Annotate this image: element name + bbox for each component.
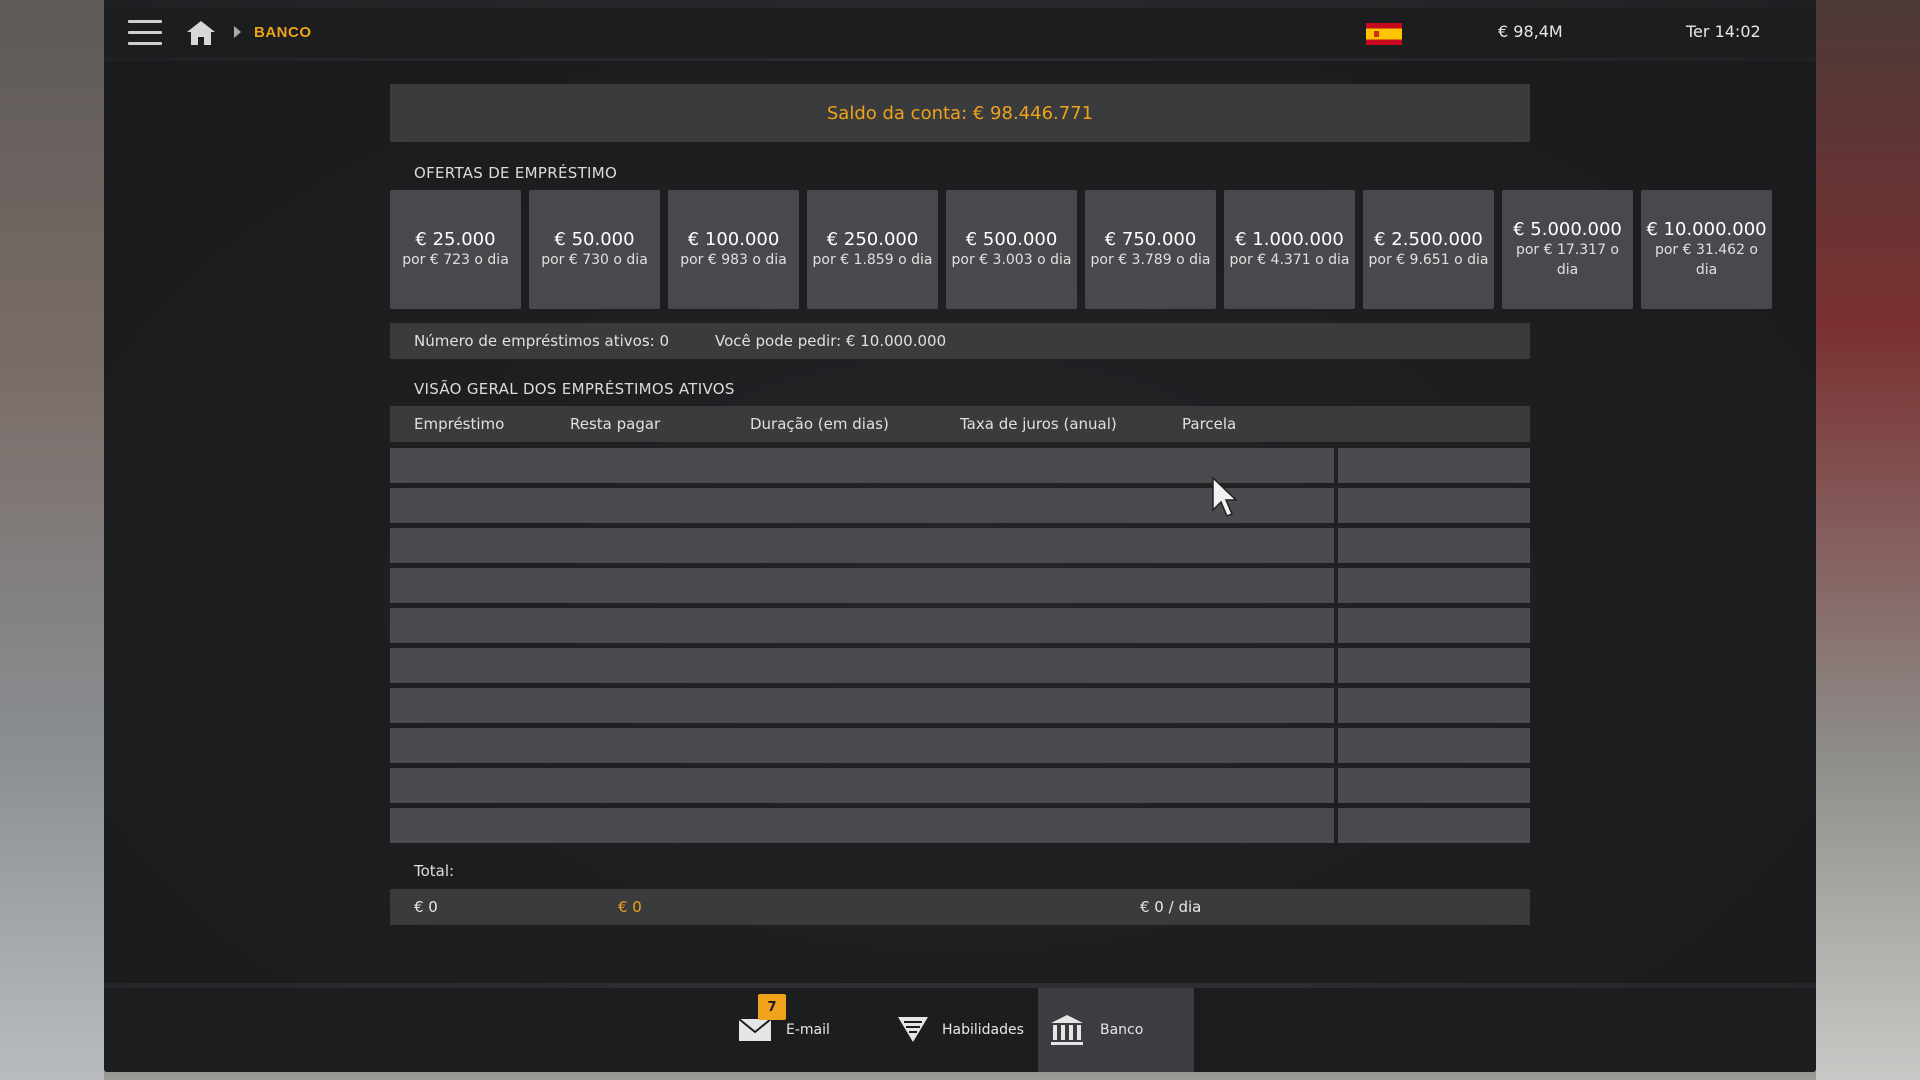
loan-offer-amount: € 25.000 [415, 228, 496, 250]
loan-offer-card[interactable]: € 50.000 por € 730 o dia [529, 190, 660, 309]
loan-offer-card[interactable]: € 750.000 por € 3.789 o dia [1085, 190, 1216, 309]
bank-building-icon [1050, 1014, 1084, 1050]
column-header-installment: Parcela [1182, 415, 1237, 433]
loan-offer-rate: por € 983 o dia [680, 251, 787, 268]
table-row [390, 688, 1530, 723]
loan-offer-amount: € 500.000 [965, 228, 1058, 250]
game-clock: Ter 14:02 [1686, 22, 1761, 41]
loans-table-header: Empréstimo Resta pagar Duração (em dias)… [390, 406, 1530, 442]
column-header-interest: Taxa de juros (anual) [960, 415, 1117, 433]
loan-offer-rate: por € 723 o dia [402, 251, 509, 268]
column-header-duration: Duração (em dias) [750, 415, 889, 433]
mouse-cursor-icon [1211, 476, 1238, 520]
column-header-remaining: Resta pagar [570, 415, 661, 433]
loan-offer-amount: € 50.000 [554, 228, 635, 250]
money-display: € 98,4M [1498, 22, 1563, 41]
total-label: Total: [414, 862, 455, 880]
loan-offer-rate: por € 31.462 o dia [1654, 241, 1759, 278]
loan-offer-card[interactable]: € 1.000.000 por € 4.371 o dia [1224, 190, 1355, 309]
loan-info-bar: Número de empréstimos ativos: 0 Você pod… [390, 323, 1530, 359]
table-row [390, 808, 1530, 843]
table-row [390, 568, 1530, 603]
loan-offer-rate: por € 17.317 o dia [1515, 241, 1620, 278]
skills-emblem-icon [896, 1014, 930, 1048]
loan-offer-amount: € 2.500.000 [1374, 228, 1483, 250]
account-balance-bar: Saldo da conta: € 98.446.771 [390, 84, 1530, 142]
breadcrumb[interactable]: BANCO [254, 24, 312, 41]
loan-offers-title: OFERTAS DE EMPRÉSTIMO [414, 164, 618, 182]
dock-skills[interactable]: Habilidades [896, 988, 1026, 1072]
total-remaining: € 0 [618, 898, 642, 916]
loan-offer-card[interactable]: € 5.000.000 por € 17.317 o dia [1502, 190, 1633, 309]
loan-offer-amount: € 1.000.000 [1235, 228, 1344, 250]
spain-flag-icon [1366, 23, 1402, 45]
breadcrumb-chevron-icon [234, 26, 241, 38]
totals-bar: € 0 € 0 € 0 / dia [390, 889, 1530, 925]
loan-offer-card[interactable]: € 10.000.000 por € 31.462 o dia [1641, 190, 1772, 309]
table-row [390, 768, 1530, 803]
table-row [390, 528, 1530, 563]
top-bar: BANCO € 98,4M Ter 14:02 [104, 8, 1816, 58]
loans-table-body [390, 448, 1530, 848]
loan-offer-amount: € 10.000.000 [1646, 218, 1767, 240]
dock-skills-label: Habilidades [942, 1022, 1024, 1038]
dock-bank-label: Banco [1100, 1022, 1144, 1038]
table-row [390, 448, 1530, 483]
loan-offer-rate: por € 3.789 o dia [1090, 251, 1211, 268]
active-loans-count: Número de empréstimos ativos: 0 [414, 332, 670, 350]
loan-offer-rate: por € 3.003 o dia [951, 251, 1072, 268]
loan-offer-card[interactable]: € 500.000 por € 3.003 o dia [946, 190, 1077, 309]
dock-email-label: E-mail [786, 1022, 830, 1038]
loan-offer-card[interactable]: € 2.500.000 por € 9.651 o dia [1363, 190, 1494, 309]
dock-email[interactable]: 7 E-mail [738, 988, 838, 1072]
loan-offer-rate: por € 730 o dia [541, 251, 648, 268]
loan-offer-card[interactable]: € 100.000 por € 983 o dia [668, 190, 799, 309]
background-right [1816, 0, 1920, 1080]
loan-offer-rate: por € 4.371 o dia [1229, 251, 1350, 268]
loan-offer-amount: € 5.000.000 [1513, 218, 1622, 240]
loan-offer-amount: € 100.000 [687, 228, 780, 250]
loan-offer-amount: € 250.000 [826, 228, 919, 250]
account-balance: Saldo da conta: € 98.446.771 [826, 102, 1094, 124]
envelope-icon [738, 1018, 772, 1046]
table-row [390, 728, 1530, 763]
loan-offer-rate: por € 1.859 o dia [812, 251, 933, 268]
total-installment: € 0 / dia [1140, 898, 1202, 916]
loan-offer-card[interactable]: € 250.000 por € 1.859 o dia [807, 190, 938, 309]
loan-offer-amount: € 750.000 [1104, 228, 1197, 250]
column-header-loan: Empréstimo [414, 415, 505, 433]
max-loan-available: Você pode pedir: € 10.000.000 [715, 332, 947, 350]
dock-bank[interactable]: Banco [1038, 988, 1194, 1072]
home-icon[interactable] [186, 20, 216, 46]
hamburger-menu-icon[interactable] [128, 20, 162, 46]
total-loan: € 0 [414, 898, 438, 916]
loan-offer-card[interactable]: € 25.000 por € 723 o dia [390, 190, 521, 309]
loan-offers: € 25.000 por € 723 o dia € 50.000 por € … [390, 190, 1772, 309]
background-left [0, 0, 104, 1080]
table-row [390, 608, 1530, 643]
table-row [390, 488, 1530, 523]
active-loans-title: VISÃO GERAL DOS EMPRÉSTIMOS ATIVOS [414, 380, 735, 398]
email-count-badge: 7 [758, 994, 786, 1020]
loan-offer-rate: por € 9.651 o dia [1368, 251, 1489, 268]
table-row [390, 648, 1530, 683]
